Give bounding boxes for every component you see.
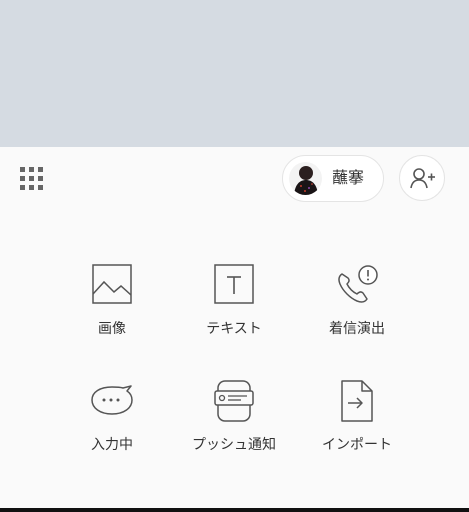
push-notification-icon: [214, 380, 254, 422]
phone-alert-icon: [338, 265, 378, 303]
menu-item-typing[interactable]: 入力中: [57, 380, 167, 470]
add-friend-button[interactable]: [399, 155, 445, 201]
import-icon: [341, 380, 373, 422]
menu-item-image[interactable]: 画像: [57, 264, 167, 354]
grid-icon[interactable]: [20, 167, 44, 191]
image-icon: [92, 264, 132, 304]
typing-bubble-icon: [91, 385, 133, 415]
menu-item-label: 画像: [98, 321, 126, 337]
page: 蘸搴 画像 テキスト 着信演出 入力中 プッシュ通知 インポート: [0, 0, 469, 512]
preview-area: [0, 0, 469, 147]
menu-item-label: テキスト: [206, 321, 262, 337]
menu-item-label: インポート: [322, 437, 392, 453]
menu-item-import[interactable]: インポート: [302, 380, 412, 470]
menu-item-label: 入力中: [91, 437, 133, 453]
menu-item-incoming-call[interactable]: 着信演出: [302, 264, 412, 354]
profile-name: 蘸搴: [332, 168, 365, 187]
profile-chip[interactable]: 蘸搴: [282, 155, 384, 202]
menu-item-label: プッシュ通知: [192, 437, 276, 453]
text-icon: [214, 264, 254, 304]
menu-item-label: 着信演出: [329, 321, 385, 337]
menu-item-text[interactable]: テキスト: [179, 264, 289, 354]
avatar: [289, 162, 322, 195]
bottom-edge: [0, 508, 469, 512]
menu-item-push-notification[interactable]: プッシュ通知: [179, 380, 289, 470]
add-friend-icon: [410, 168, 435, 189]
